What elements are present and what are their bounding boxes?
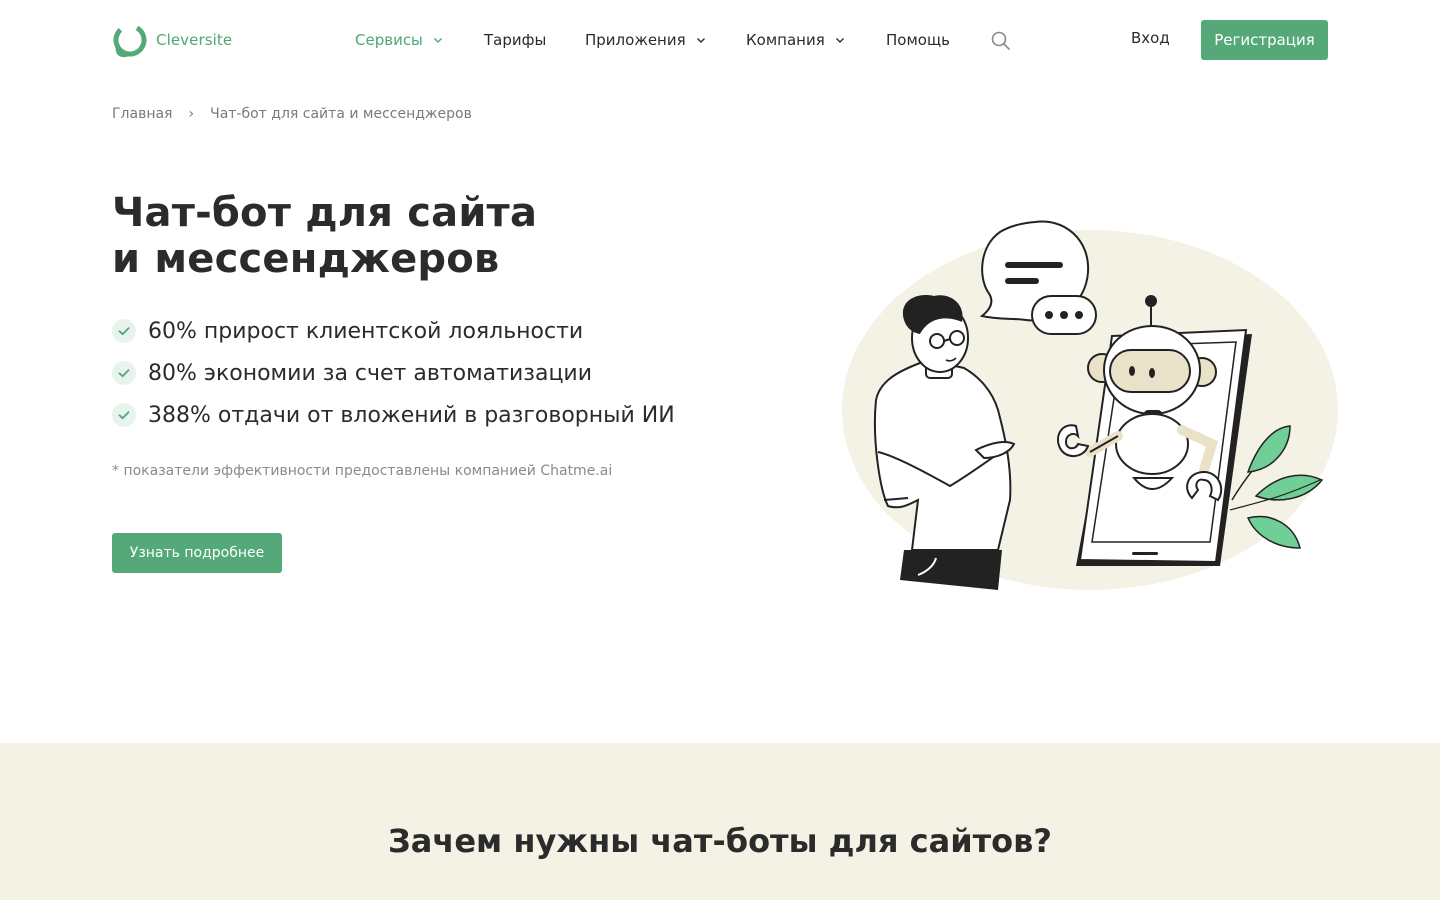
login-link[interactable]: Вход bbox=[1131, 29, 1170, 51]
nav-item-label: Компания bbox=[746, 31, 825, 49]
breadcrumb: Главная › Чат-бот для сайта и мессенджер… bbox=[112, 103, 472, 125]
page-title-line: и мессенджеров bbox=[112, 236, 500, 282]
nav-item-services[interactable]: Сервисы bbox=[355, 29, 443, 51]
site-header: Cleversite Сервисы Тарифы Приложения Ком… bbox=[0, 0, 1440, 80]
check-icon bbox=[112, 403, 136, 427]
feature-item: 388% отдачи от вложений в разговорный ИИ bbox=[112, 394, 675, 436]
feature-text: 80% экономии за счет автоматизации bbox=[148, 360, 593, 386]
breadcrumb-separator: › bbox=[188, 106, 195, 122]
chevron-down-icon bbox=[433, 38, 442, 43]
feature-text: 388% отдачи от вложений в разговорный ИИ bbox=[148, 402, 675, 428]
chatbot-illustration bbox=[842, 220, 1338, 590]
feature-item: 80% экономии за счет автоматизации bbox=[112, 352, 675, 394]
nav-item-label: Приложения bbox=[585, 31, 686, 49]
chevron-down-icon bbox=[696, 38, 705, 43]
nav-item-pricing[interactable]: Тарифы bbox=[484, 29, 546, 51]
search-icon[interactable] bbox=[990, 30, 1011, 51]
nav-item-company[interactable]: Компания bbox=[746, 29, 845, 51]
section-title: Зачем нужны чат-боты для сайтов? bbox=[388, 822, 1052, 860]
breadcrumb-current: Чат-бот для сайта и мессенджеров bbox=[210, 106, 472, 122]
nav-item-label: Помощь bbox=[886, 31, 950, 49]
breadcrumb-home[interactable]: Главная bbox=[112, 106, 172, 122]
feature-text: 60% прирост клиентской лояльности bbox=[148, 318, 584, 344]
chevron-down-icon bbox=[835, 38, 844, 43]
nav-item-help[interactable]: Помощь bbox=[886, 29, 950, 51]
learn-more-button[interactable]: Узнать подробнее bbox=[112, 533, 282, 573]
feature-item: 60% прирост клиентской лояльности bbox=[112, 310, 675, 352]
nav-item-apps[interactable]: Приложения bbox=[585, 29, 706, 51]
nav-item-label: Тарифы bbox=[484, 31, 547, 49]
feature-list: 60% прирост клиентской лояльности 80% эк… bbox=[112, 310, 675, 436]
page-title-line: Чат-бот для сайта bbox=[112, 190, 538, 236]
check-icon bbox=[112, 361, 136, 385]
nav-item-label: Сервисы bbox=[355, 31, 423, 49]
footnote: * показатели эффективности предоставлены… bbox=[112, 463, 613, 479]
register-button[interactable]: Регистрация bbox=[1201, 20, 1328, 60]
typing-bubble-icon bbox=[1031, 295, 1097, 335]
page-title: Чат-бот для сайта и мессенджеров bbox=[112, 190, 712, 282]
check-icon bbox=[112, 319, 136, 343]
